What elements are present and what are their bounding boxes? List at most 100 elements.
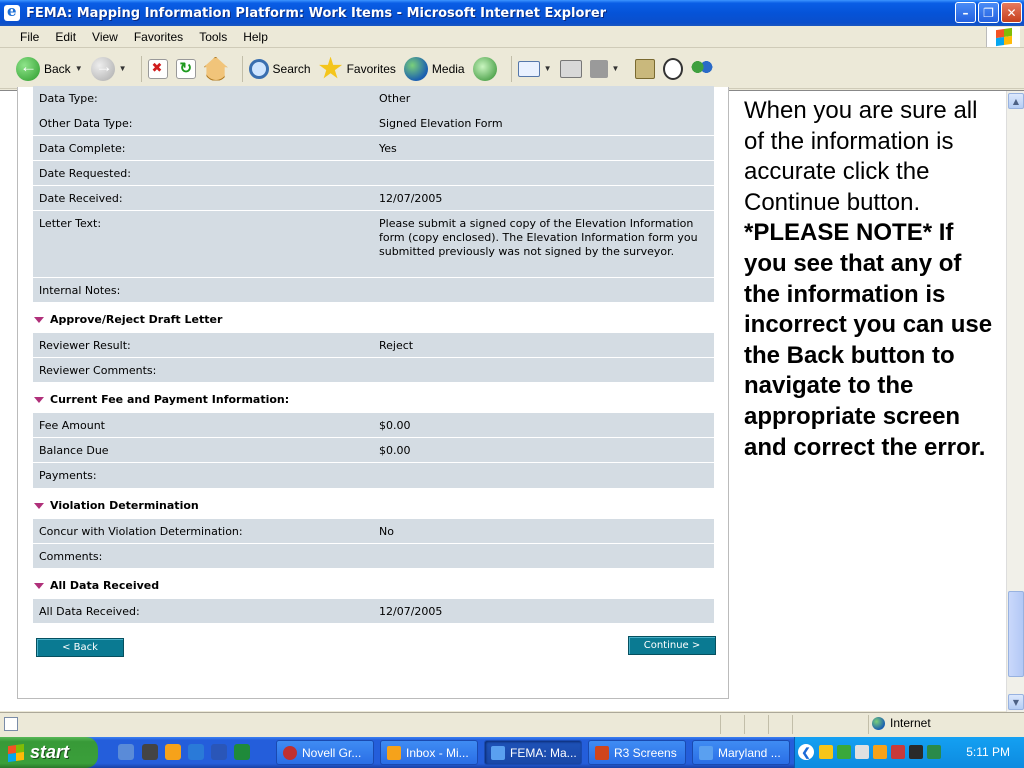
back-toolbar-button[interactable]: Back ▼: [16, 53, 83, 85]
section-header-approve[interactable]: Approve/Reject Draft Letter: [34, 313, 222, 326]
restore-button[interactable]: ❐: [978, 2, 999, 23]
menu-file[interactable]: File: [12, 30, 47, 44]
taskbar-button-active[interactable]: FEMA: Ma...: [484, 740, 582, 765]
print-icon: [559, 59, 582, 78]
app-icon[interactable]: [142, 744, 158, 760]
status-divider: [744, 715, 745, 734]
task-label: Novell Gr...: [302, 745, 362, 760]
search-toolbar-button[interactable]: Search: [248, 53, 311, 85]
minimize-button[interactable]: –: [955, 2, 976, 23]
menu-view[interactable]: View: [84, 30, 126, 44]
stop-button[interactable]: [147, 53, 168, 85]
instruction-emphasis: *PLEASE NOTE* If you see that any of the…: [744, 219, 993, 461]
show-desktop-icon[interactable]: [118, 744, 134, 760]
excel-icon[interactable]: [234, 744, 250, 760]
scrollbar-thumb[interactable]: [1008, 591, 1024, 677]
row-label: Data Type:: [39, 92, 98, 105]
tray-icon[interactable]: [855, 745, 869, 759]
refresh-button[interactable]: [175, 53, 196, 85]
row-label: Date Received:: [39, 192, 123, 205]
clock[interactable]: 5:11 PM: [966, 745, 1010, 759]
messenger-button[interactable]: [663, 53, 684, 85]
windows-logo-icon: [986, 27, 1020, 47]
research-button[interactable]: [635, 53, 656, 85]
continue-button[interactable]: Continue >: [628, 636, 716, 655]
system-tray: ❮ 5:11 PM: [794, 737, 1024, 768]
home-button[interactable]: [203, 53, 228, 85]
internet-explorer-icon[interactable]: [188, 744, 204, 760]
taskbar-button[interactable]: R3 Screens: [588, 740, 686, 765]
vertical-scrollbar[interactable]: ▲ ▼: [1006, 91, 1024, 712]
table-row: Balance Due $0.00: [33, 438, 714, 463]
menu-bar: File Edit View Favorites Tools Help: [0, 26, 1024, 48]
favorites-star-icon: [319, 56, 343, 79]
show-hidden-icons-icon[interactable]: ❮: [798, 744, 814, 760]
network-icon[interactable]: [837, 745, 851, 759]
mail-button[interactable]: ▼: [517, 53, 552, 85]
word-icon[interactable]: [211, 744, 227, 760]
tray-icon[interactable]: [891, 745, 905, 759]
scroll-down-icon[interactable]: ▼: [1008, 694, 1024, 710]
tray-icon[interactable]: [927, 745, 941, 759]
table-row: Data Type: Other: [33, 86, 714, 112]
collapse-triangle-icon: [34, 316, 44, 323]
media-toolbar-button[interactable]: Media: [403, 53, 465, 85]
table-row: Data Complete: Yes: [33, 136, 714, 161]
forward-toolbar-button[interactable]: ▼: [90, 53, 127, 85]
back-label: Back: [44, 61, 71, 76]
windows-taskbar: start Novell Gr... Inbox - Mi... FEMA: M…: [0, 737, 1024, 768]
stop-icon: [147, 58, 168, 79]
back-button[interactable]: < Back: [36, 638, 124, 657]
row-label: Payments:: [39, 469, 97, 482]
section-header-fee[interactable]: Current Fee and Payment Information:: [34, 393, 289, 406]
tray-icon[interactable]: [909, 745, 923, 759]
taskbar-button[interactable]: Novell Gr...: [276, 740, 374, 765]
dropdown-arrow-icon[interactable]: ▼: [612, 64, 620, 73]
taskbar-button[interactable]: Inbox - Mi...: [380, 740, 478, 765]
contacts-icon: [691, 58, 714, 79]
dropdown-arrow-icon[interactable]: ▼: [75, 64, 83, 73]
start-button[interactable]: start: [0, 737, 98, 768]
history-button[interactable]: [472, 53, 497, 85]
table-row: Letter Text: Please submit a signed copy…: [33, 211, 714, 278]
close-button[interactable]: ✕: [1001, 2, 1022, 23]
row-value: Yes: [379, 142, 397, 155]
app-icon[interactable]: [165, 744, 181, 760]
dropdown-arrow-icon[interactable]: ▼: [119, 64, 127, 73]
media-icon: [403, 56, 428, 81]
scroll-up-icon[interactable]: ▲: [1008, 93, 1024, 109]
window-controls: – ❐ ✕: [955, 2, 1022, 23]
taskbar-button[interactable]: Maryland ...: [692, 740, 790, 765]
table-row: Date Received: 12/07/2005: [33, 186, 714, 211]
toolbar-separator: [510, 55, 512, 82]
section-header-all-data[interactable]: All Data Received: [34, 579, 159, 592]
task-label: FEMA: Ma...: [510, 745, 577, 760]
favorites-label: Favorites: [346, 61, 396, 76]
row-value: Reject: [379, 339, 414, 352]
favorites-toolbar-button[interactable]: Favorites: [319, 53, 396, 85]
table-row: Reviewer Result: Reject: [33, 333, 714, 358]
edit-button[interactable]: ▼: [589, 53, 620, 85]
section-title: Violation Determination: [50, 499, 199, 512]
section-header-violation[interactable]: Violation Determination: [34, 499, 199, 512]
menu-tools[interactable]: Tools: [191, 30, 235, 44]
print-button[interactable]: [559, 53, 582, 85]
security-zone: Internet: [872, 716, 931, 730]
dropdown-arrow-icon[interactable]: ▼: [544, 64, 552, 73]
row-label: All Data Received:: [39, 605, 140, 618]
menu-edit[interactable]: Edit: [47, 30, 84, 44]
menu-help[interactable]: Help: [235, 30, 276, 44]
row-label: Other Data Type:: [39, 117, 133, 130]
menu-favorites[interactable]: Favorites: [126, 30, 191, 44]
task-label: Maryland ...: [718, 745, 781, 760]
instruction-intro: When you are sure all of the information…: [744, 97, 978, 216]
tray-icon[interactable]: [873, 745, 887, 759]
contacts-button[interactable]: [691, 53, 714, 85]
row-value: $0.00: [379, 419, 411, 432]
window-title-bar[interactable]: FEMA: Mapping Information Platform: Work…: [0, 0, 1024, 26]
status-divider: [768, 715, 769, 734]
home-icon: [203, 56, 228, 81]
row-label: Reviewer Result:: [39, 339, 131, 352]
tray-icon[interactable]: [819, 745, 833, 759]
table-row: Payments:: [33, 463, 714, 489]
